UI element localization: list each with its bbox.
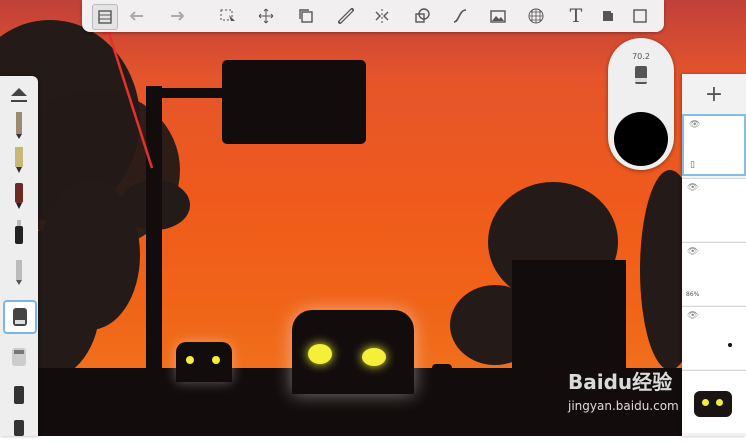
redo-icon[interactable] [166, 4, 190, 28]
layer-thumbnail[interactable]: 👁 ▯ [682, 114, 746, 176]
eye-icon[interactable]: 👁 [687, 183, 698, 193]
shapes-icon[interactable] [410, 4, 434, 28]
headlight [308, 344, 332, 364]
marker-brush[interactable] [7, 144, 31, 174]
sign-pole [146, 86, 162, 376]
paint-brush[interactable] [7, 256, 31, 286]
layer-content-dot [728, 343, 732, 347]
fill-brush[interactable] [7, 342, 31, 372]
road-sign [222, 60, 366, 144]
brush-preview-icon [632, 64, 650, 88]
fullscreen-icon[interactable] [628, 4, 652, 28]
transform-icon[interactable] [254, 4, 278, 28]
selected-brush[interactable] [3, 300, 37, 334]
perspective-icon[interactable] [524, 4, 548, 28]
layer-thumbnail[interactable]: 👁 [682, 306, 746, 369]
brush-palette-toggle[interactable] [7, 82, 31, 112]
color-swatch[interactable] [614, 112, 668, 166]
layer-editor-icon[interactable] [92, 4, 118, 30]
top-toolbar: T [82, 0, 664, 32]
brush-size-value: 70.2 [632, 52, 650, 61]
watermark-brand: Baidu经验 [568, 370, 673, 394]
add-layer-button[interactable]: + [682, 80, 746, 110]
undo-icon[interactable] [124, 4, 148, 28]
lock-icon: ▯ [690, 160, 695, 170]
select-icon[interactable] [216, 4, 240, 28]
sign-arm [146, 88, 226, 98]
watermark-url: jingyan.baidu.com [568, 399, 679, 413]
eraser-brush[interactable] [7, 380, 31, 410]
layer-opacity: 86% [686, 291, 700, 298]
layer-thumbnail[interactable]: 👁 86% [682, 242, 746, 305]
symmetry-icon[interactable] [370, 4, 394, 28]
headlight [186, 356, 194, 364]
headlight [362, 348, 386, 366]
layer-thumbnail[interactable]: 👁 [682, 178, 746, 241]
car-tiny [432, 364, 452, 378]
image-icon[interactable] [486, 4, 510, 28]
headlight [212, 356, 220, 364]
eye-icon[interactable]: 👁 [689, 120, 700, 130]
ruler-icon[interactable] [334, 4, 358, 28]
airbrush-brush[interactable] [7, 218, 31, 248]
pencil-brush[interactable] [7, 110, 31, 140]
car-small [176, 342, 232, 382]
eye-icon[interactable]: 👁 [687, 247, 698, 257]
brush-puck[interactable]: 70.2 [608, 38, 674, 170]
curve-icon[interactable] [448, 4, 472, 28]
eye-icon[interactable]: 👁 [687, 311, 698, 321]
fill-icon[interactable] [596, 4, 620, 28]
copy-icon[interactable] [294, 4, 318, 28]
ink-brush[interactable] [7, 180, 31, 210]
text-icon[interactable]: T [564, 4, 588, 28]
blender-brush[interactable] [7, 414, 31, 444]
watermark: Baidu经验 jingyan.baidu.com [568, 366, 728, 426]
brush-library [0, 76, 38, 436]
